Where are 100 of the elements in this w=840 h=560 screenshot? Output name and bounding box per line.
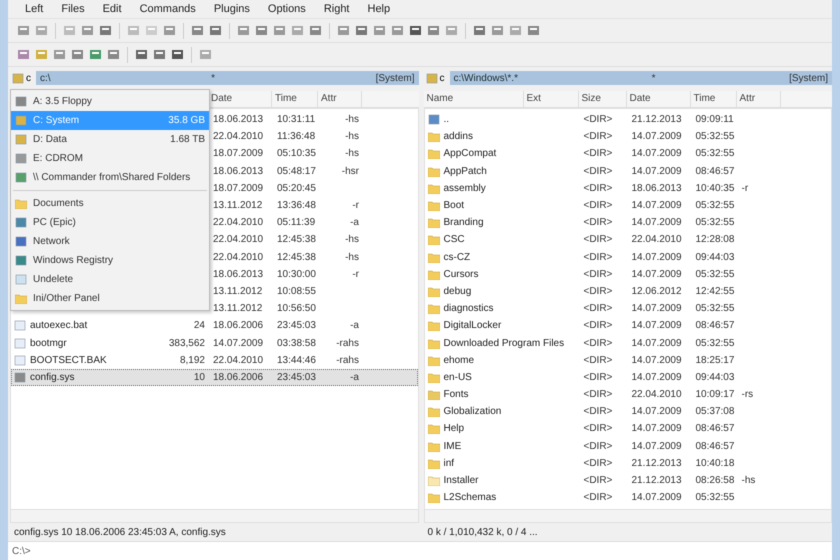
file-time: 05:32:55: [694, 217, 736, 228]
file-time: 10:31:11: [276, 114, 316, 126]
file-name[interactable]: BOOTSECT.BAK: [11, 354, 161, 366]
file-name[interactable]: AppPatch: [424, 166, 580, 177]
file-name[interactable]: Globalization: [424, 406, 580, 418]
toolbar-icon[interactable]: [70, 47, 85, 62]
file-name[interactable]: L2Schemas: [424, 492, 580, 504]
file-size: 24: [192, 320, 206, 332]
menu-item[interactable]: Right: [314, 3, 358, 15]
file-name[interactable]: autoexec.bat: [11, 320, 161, 332]
folder-icon: [428, 492, 440, 504]
file-date: 22.04.2010: [212, 234, 264, 246]
drive-menu-item[interactable]: Ini/Other Panel: [11, 289, 209, 308]
file-name[interactable]: Downloaded Program Files: [424, 338, 580, 349]
file-name[interactable]: Boot: [424, 200, 580, 212]
horizontal-scrollbar[interactable]: [424, 510, 832, 523]
drive-menu-item[interactable]: Undelete: [11, 270, 209, 289]
file-attributes: -a: [349, 320, 360, 332]
toolbar-icon[interactable]: [208, 23, 223, 38]
file-name[interactable]: debug: [424, 286, 580, 297]
file-size: <DIR>: [582, 338, 614, 349]
file-attributes: -rahs: [335, 338, 360, 349]
path-bar[interactable]: c:\ * [System]: [36, 71, 418, 85]
file-name[interactable]: ..: [424, 114, 580, 126]
column-header[interactable]: Name: [424, 91, 524, 107]
file-name[interactable]: DigitalLocker: [424, 320, 580, 332]
folder-icon: [428, 166, 440, 177]
toolbar-icon[interactable]: [134, 47, 149, 62]
menu-item[interactable]: Files: [52, 3, 94, 15]
file-size: <DIR>: [582, 286, 614, 297]
file-time: 05:32:55: [694, 148, 736, 160]
drive-button[interactable]: c: [424, 70, 446, 86]
drive-menu-item[interactable]: Windows Registry: [11, 251, 209, 270]
toolbar-icon[interactable]: [88, 47, 103, 62]
menu-item[interactable]: Plugins: [204, 3, 259, 15]
toolbar-icon[interactable]: [254, 23, 269, 38]
folder-icon: [428, 389, 440, 400]
toolbar-icon[interactable]: [106, 47, 121, 62]
menu-item[interactable]: Commands: [130, 3, 205, 15]
status-text: 0 k / 1,010,432 k, 0 / 4 ...: [428, 526, 538, 538]
file-name[interactable]: AppCompat: [424, 148, 580, 160]
file-name[interactable]: cs-CZ: [424, 252, 580, 263]
horizontal-scrollbar[interactable]: [10, 510, 418, 523]
file-name[interactable]: Branding: [424, 217, 580, 228]
drive-menu-item[interactable]: Network: [11, 232, 209, 251]
column-header[interactable]: Attr: [736, 91, 780, 107]
toolbar-icon[interactable]: [526, 23, 541, 38]
column-header[interactable]: Date: [626, 91, 690, 107]
toolbar-icon[interactable]: [472, 23, 487, 38]
drive-menu-item[interactable]: A: 3.5 Floppy: [11, 92, 209, 111]
file-name[interactable]: addins: [424, 131, 580, 142]
file-name[interactable]: ehome: [424, 354, 580, 366]
folder-icon: [428, 268, 440, 280]
toolbar-icon[interactable]: [152, 47, 167, 62]
column-header[interactable]: Time: [272, 91, 318, 107]
toolbar-icon[interactable]: [170, 47, 185, 62]
file-time: 08:46:57: [694, 440, 736, 452]
menu-item[interactable]: Left: [16, 3, 52, 15]
toolbar-icon[interactable]: [426, 23, 441, 38]
file-name[interactable]: Installer: [424, 475, 580, 486]
file-name[interactable]: assembly: [424, 182, 580, 194]
toolbar-icon[interactable]: [190, 23, 205, 38]
menu-item[interactable]: Help: [358, 3, 400, 15]
file-name[interactable]: config.sys: [11, 372, 161, 383]
file-time: 23:45:03: [276, 320, 317, 332]
status-text: config.sys 10 18.06.2006 23:45:03 A, config.sys: [14, 526, 226, 538]
toolbar-icon[interactable]: [354, 23, 369, 38]
toolbar-icon[interactable]: [98, 23, 113, 38]
column-header[interactable]: Attr: [318, 91, 362, 107]
file-name[interactable]: Help: [424, 423, 580, 434]
drive-menu-item[interactable]: PC (Epic): [11, 213, 209, 232]
column-header[interactable]: Size: [578, 91, 626, 107]
column-header[interactable]: Time: [690, 91, 736, 107]
drive-menu-item[interactable]: Documents: [11, 194, 209, 213]
path-text: c:\Windows\*.*: [454, 72, 518, 84]
file-time: 10:08:55: [276, 286, 317, 297]
file-name[interactable]: Fonts: [424, 389, 580, 400]
drive-button[interactable]: c: [10, 70, 33, 86]
drive-menu-item[interactable]: E: CDROM: [11, 149, 209, 168]
file-name[interactable]: Cursors: [424, 268, 580, 280]
hotlist-button[interactable]: *: [652, 72, 656, 84]
column-header[interactable]: Ext: [524, 91, 578, 107]
toolbar-icon[interactable]: [308, 23, 323, 38]
file-name[interactable]: IME: [424, 440, 580, 452]
toolbar-icon[interactable]: [16, 47, 31, 62]
menu-item[interactable]: Edit: [94, 3, 131, 15]
file-name[interactable]: en-US: [424, 372, 580, 383]
drive-menu-item[interactable]: D: Data 1.68 TB: [11, 130, 209, 149]
file-name[interactable]: inf: [424, 458, 580, 469]
menu-item[interactable]: Options: [258, 3, 315, 15]
file-name[interactable]: diagnostics: [424, 303, 580, 314]
file-date: 22.04.2010: [212, 252, 264, 263]
hotlist-button[interactable]: *: [211, 72, 216, 84]
path-bar[interactable]: c:\Windows\*.* * [System]: [450, 71, 832, 85]
file-name[interactable]: bootmgr: [11, 338, 161, 349]
file-name[interactable]: CSC: [424, 234, 580, 246]
toolbar-icon[interactable]: [408, 23, 423, 38]
drive-menu-item[interactable]: \\ Commander from\Shared Folders: [11, 168, 209, 187]
command-line[interactable]: C:\>: [12, 546, 31, 556]
file-date: 18.06.2013: [212, 268, 264, 280]
